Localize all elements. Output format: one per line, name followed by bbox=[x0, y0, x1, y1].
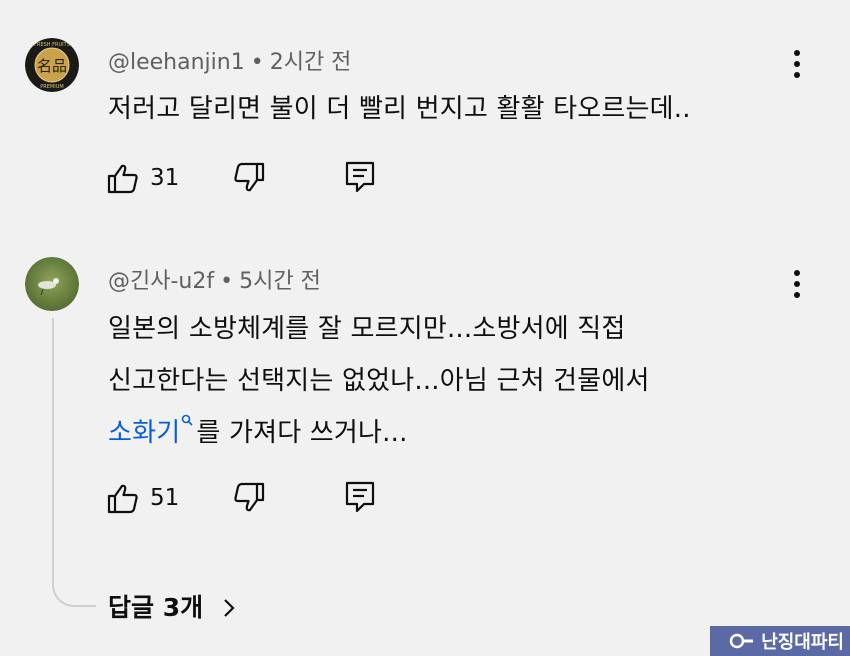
like-button[interactable] bbox=[106, 482, 140, 514]
like-count: 31 bbox=[150, 165, 180, 191]
comment-time: 5시간 전 bbox=[239, 269, 321, 294]
like-count: 51 bbox=[150, 485, 180, 511]
watermark-logo-icon bbox=[729, 633, 754, 649]
reply-button[interactable] bbox=[344, 160, 376, 194]
avatar-ring-bottom: PREMIUM bbox=[40, 84, 63, 90]
comment-text: 저러고 달리면 불이 더 빨리 번지고 활활 타오르는데.. bbox=[108, 94, 691, 124]
dislike-button[interactable] bbox=[232, 482, 266, 514]
author-handle[interactable]: @긴사-u2f bbox=[108, 269, 214, 294]
chevron-right-icon bbox=[224, 599, 235, 617]
comment-meta: @긴사-u2f • 5시간 전 bbox=[108, 263, 321, 295]
more-options-icon[interactable] bbox=[791, 270, 803, 300]
avatar-logo-text: 名品 bbox=[37, 57, 67, 75]
avatar[interactable] bbox=[25, 257, 79, 311]
separator-dot: • bbox=[250, 50, 264, 75]
comment-text-line-3-rest: 를 가져다 쓰거나... bbox=[196, 418, 408, 448]
thumbs-down-icon bbox=[234, 162, 265, 192]
comment-text-line-2: 신고한다는 선택지는 없었나...아님 근처 건물에서 bbox=[108, 366, 650, 396]
watermark-text: 난징대파티 bbox=[761, 632, 844, 653]
view-replies-button[interactable]: 답글 3개 bbox=[108, 588, 236, 624]
avatar[interactable]: 名品 FRESH FRUITS PREMIUM bbox=[25, 38, 79, 92]
reply-icon bbox=[345, 481, 375, 513]
search-icon[interactable] bbox=[181, 414, 193, 428]
like-button[interactable] bbox=[106, 162, 140, 194]
author-handle[interactable]: @leehanjin1 bbox=[108, 50, 245, 75]
dislike-button[interactable] bbox=[232, 162, 266, 194]
separator-dot: • bbox=[220, 269, 234, 294]
comment-meta: @leehanjin1 • 2시간 전 bbox=[108, 44, 351, 76]
comment-1: 名品 FRESH FRUITS PREMIUM @leehanjin1 • 2시간 … bbox=[0, 0, 850, 230]
avatar-ring-top: FRESH FRUITS bbox=[34, 42, 70, 48]
more-options-icon[interactable] bbox=[791, 50, 803, 80]
comment-text-line-1: 일본의 소방체계를 잘 모르지만...소방서에 직접 bbox=[108, 314, 626, 344]
search-link[interactable]: 소화기 bbox=[108, 418, 180, 448]
comment-text-line-3: 소화기 를 가져다 쓰거나... bbox=[108, 412, 408, 449]
thumbs-down-icon bbox=[234, 482, 265, 512]
replies-label: 답글 3개 bbox=[108, 593, 204, 622]
thumbs-up-icon bbox=[107, 484, 138, 514]
reply-button[interactable] bbox=[344, 480, 376, 514]
thumbs-up-icon bbox=[107, 164, 138, 194]
comment-time: 2시간 전 bbox=[269, 50, 352, 75]
watermark: 난징대파티 bbox=[710, 626, 850, 656]
reply-icon bbox=[345, 161, 375, 193]
